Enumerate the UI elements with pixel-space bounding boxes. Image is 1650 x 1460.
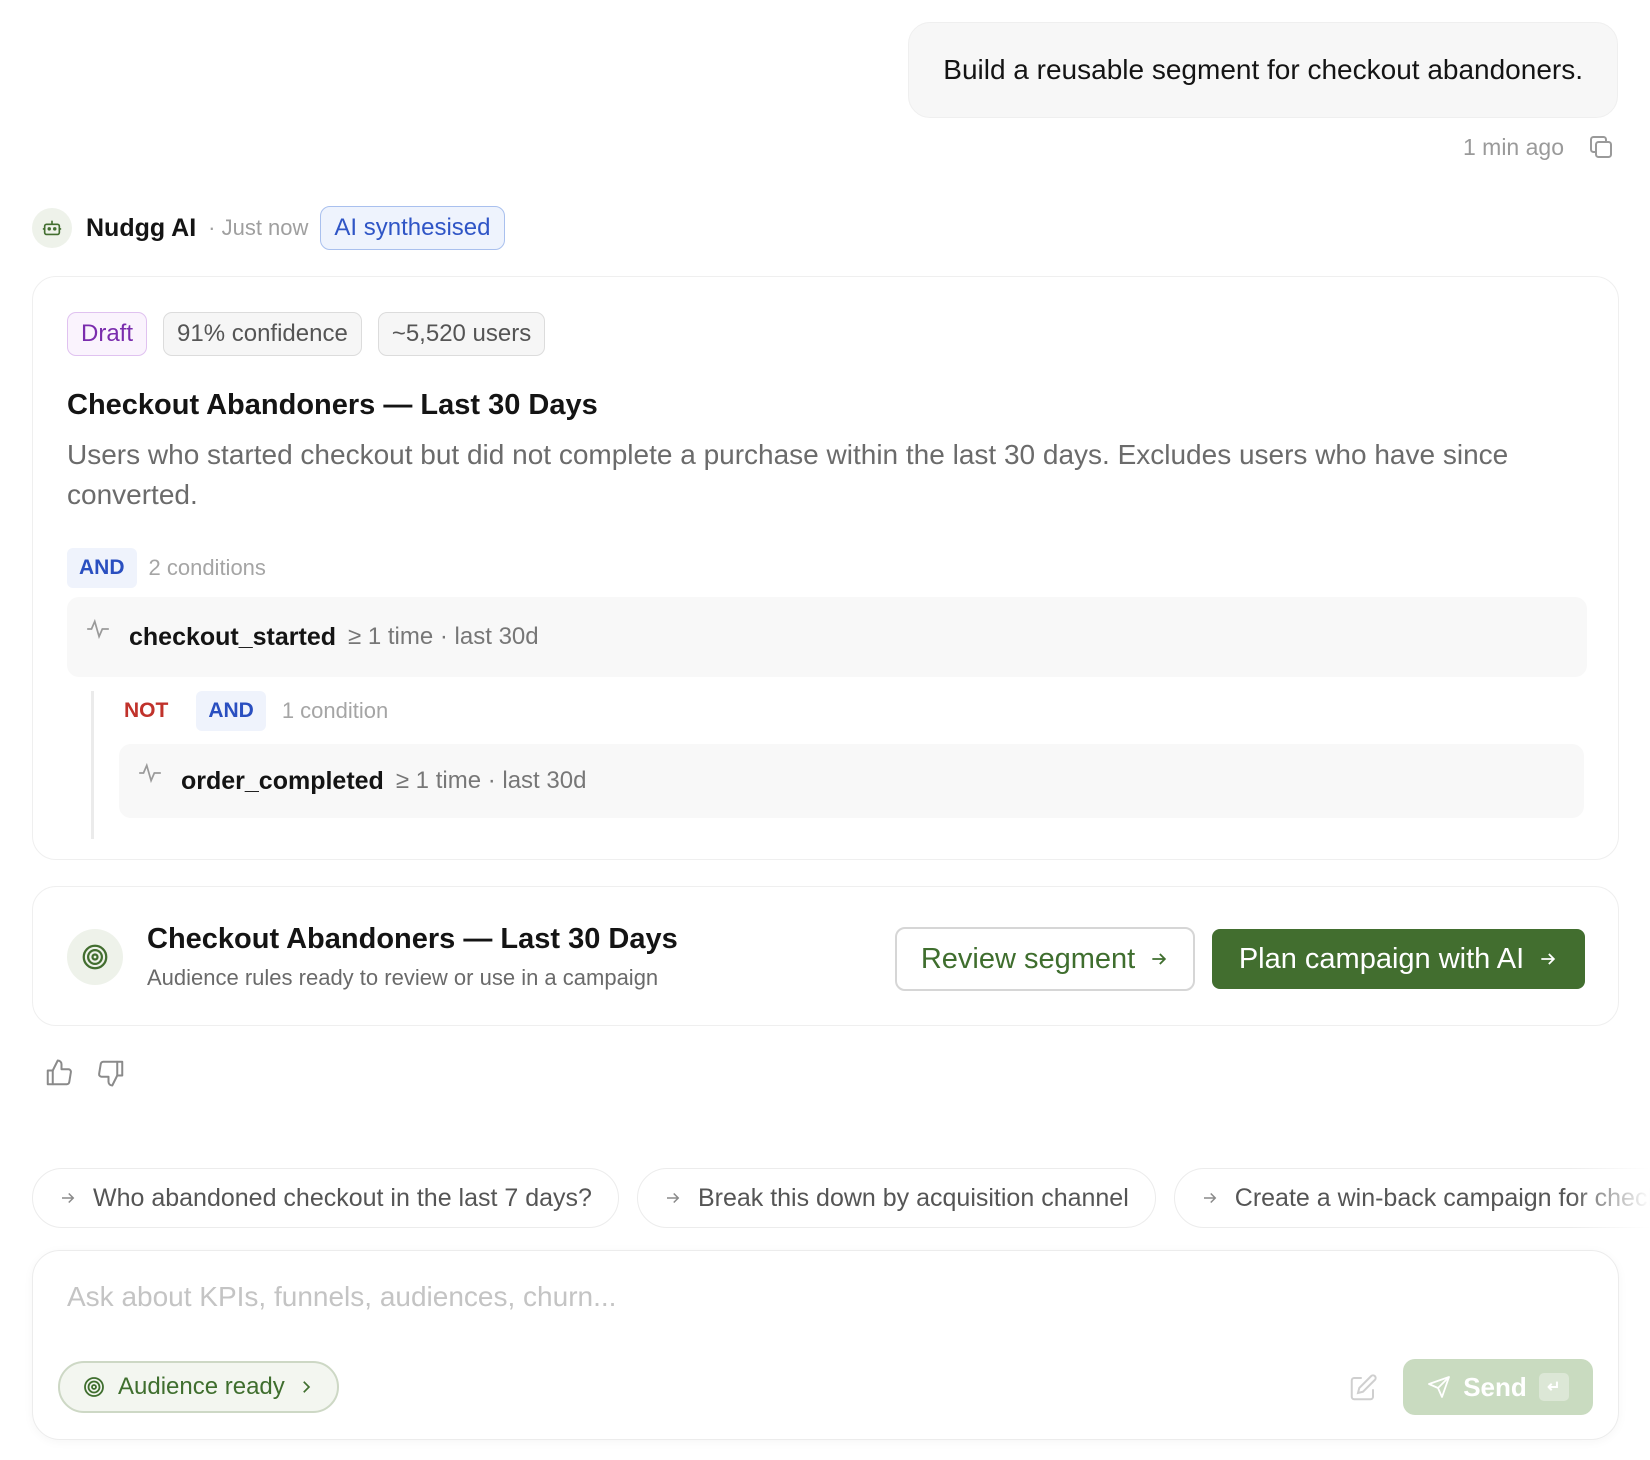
arrow-right-icon: [666, 1192, 680, 1204]
condition-rule: ≥ 1 time · last 30d: [348, 623, 539, 650]
condition-count: 2 conditions: [148, 555, 266, 580]
scroll-fade: [1570, 1168, 1650, 1230]
suggestion-strip[interactable]: Who abandoned checkout in the last 7 day…: [32, 1168, 1650, 1230]
target-icon-wrap: [67, 929, 123, 985]
segment-card: Draft 91% confidence ~5,520 users Checko…: [32, 276, 1619, 860]
arrow-right-icon: [1152, 953, 1167, 965]
edit-icon[interactable]: [1348, 1373, 1378, 1403]
suggestion-chip[interactable]: Who abandoned checkout in the last 7 day…: [32, 1168, 619, 1228]
condition-event: order_completed: [181, 766, 384, 795]
chat-composer: Audience ready Send ↵: [32, 1250, 1619, 1440]
root-operator-row: AND 2 conditions: [67, 548, 266, 588]
avatar: [32, 208, 72, 248]
audience-ready-card: Checkout Abandoners — Last 30 Days Audie…: [32, 886, 1619, 1026]
users-badge: ~5,520 users: [377, 312, 546, 356]
user-message-bubble: Build a reusable segment for checkout ab…: [908, 22, 1618, 118]
arrow-right-icon: [62, 1192, 75, 1204]
activity-icon: [139, 762, 161, 784]
audience-ready-chip[interactable]: Audience ready: [58, 1361, 339, 1413]
nested-operator-row: NOT AND 1 condition: [124, 691, 388, 731]
enter-key-hint: ↵: [1538, 1373, 1569, 1401]
audience-title: Checkout Abandoners — Last 30 Days: [147, 923, 678, 955]
suggestion-chip[interactable]: Break this down by acquisition channel: [636, 1168, 1156, 1228]
audience-subtitle: Audience rules ready to review or use in…: [147, 965, 659, 990]
bot-icon: [42, 220, 62, 236]
send-button[interactable]: Send ↵: [1403, 1359, 1593, 1415]
arrow-right-icon: [1203, 1192, 1217, 1204]
feedback-row: [44, 1058, 126, 1088]
send-label: Send: [1463, 1371, 1527, 1402]
not-operator: NOT: [124, 699, 169, 722]
user-message-text: Build a reusable segment for checkout ab…: [943, 54, 1583, 85]
activity-icon: [87, 618, 109, 640]
thumbs-up-icon[interactable]: [44, 1058, 74, 1088]
condition-row[interactable]: checkout_started ≥ 1 time · last 30d: [67, 597, 1587, 677]
ai-time: · Just now: [208, 215, 309, 240]
review-segment-label: Review segment: [920, 942, 1136, 975]
and-operator: AND: [196, 691, 266, 731]
condition-count: 1 condition: [281, 698, 389, 723]
condition-row[interactable]: order_completed ≥ 1 time · last 30d: [119, 744, 1584, 818]
plan-campaign-label: Plan campaign with AI: [1238, 942, 1525, 975]
ai-name: Nudgg AI: [86, 213, 197, 242]
nested-condition-group: NOT AND 1 condition order_completed ≥ 1 …: [91, 691, 1591, 839]
user-message-time: 1 min ago: [1462, 133, 1564, 160]
ai-synthesised-badge: AI synthesised: [320, 206, 505, 250]
send-icon: [1428, 1376, 1451, 1398]
suggestion-text: Who abandoned checkout in the last 7 day…: [93, 1183, 592, 1212]
status-badge: Draft: [67, 312, 148, 356]
segment-pills: Draft 91% confidence ~5,520 users: [67, 312, 546, 356]
chat-input[interactable]: [67, 1281, 1567, 1331]
segment-description: Users who started checkout but did not c…: [67, 439, 1509, 510]
condition-event: checkout_started: [129, 622, 337, 651]
user-message-meta: 1 min ago: [1463, 132, 1616, 162]
condition-rule: ≥ 1 time · last 30d: [395, 767, 587, 794]
and-operator: AND: [67, 548, 137, 588]
ai-message-header: Nudgg AI · Just now AI synthesised: [32, 206, 505, 250]
arrow-right-icon: [1541, 953, 1556, 965]
target-icon: [84, 1377, 104, 1397]
copy-icon[interactable]: [1586, 132, 1616, 162]
review-segment-button[interactable]: Review segment: [895, 927, 1195, 991]
target-icon: [82, 944, 108, 970]
suggestion-text: Break this down by acquisition channel: [697, 1183, 1129, 1212]
segment-title: Checkout Abandoners — Last 30 Days: [67, 389, 598, 421]
audience-chip-label: Audience ready: [118, 1373, 285, 1400]
confidence-badge: 91% confidence: [163, 312, 362, 356]
plan-campaign-button[interactable]: Plan campaign with AI: [1212, 929, 1585, 989]
thumbs-down-icon[interactable]: [96, 1058, 126, 1088]
chevron-right-icon: [302, 1381, 310, 1393]
